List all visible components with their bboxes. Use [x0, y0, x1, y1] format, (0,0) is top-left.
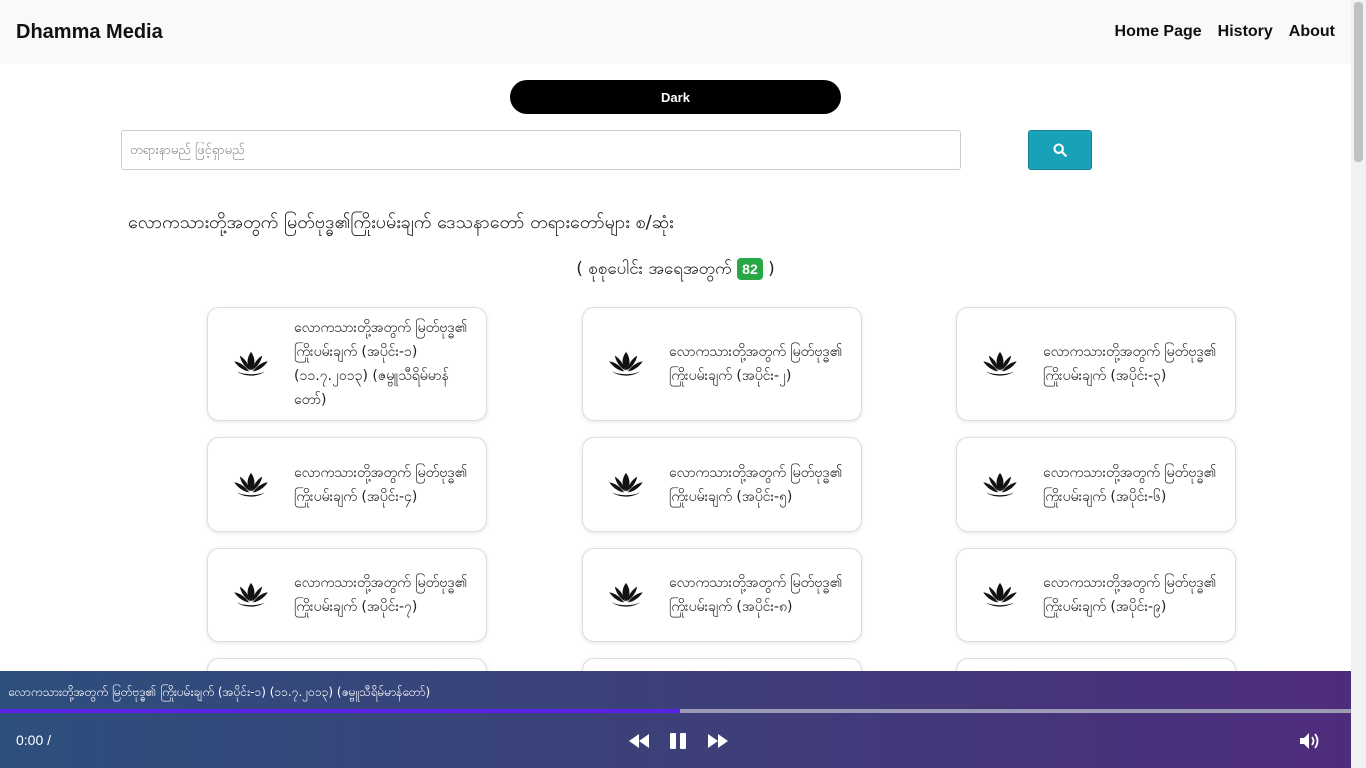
progress-bar[interactable] [0, 709, 1351, 713]
track-title: လောကသားတို့အတွက် မြတ်ဗုဒ္ဓ၏ ကြိုးပမ်းချက… [1043, 464, 1217, 505]
track-card[interactable]: လောကသားတို့အတွက် မြတ်ဗုဒ္ဓ၏ ကြိုးပမ်းချက… [956, 307, 1236, 421]
search-input[interactable] [121, 130, 961, 170]
page-title: လောကသားတို့အတွက် မြတ်ဗုဒ္ဓ၏ကြိုးပမ်းချက်… [128, 212, 674, 233]
track-card[interactable]: လောကသားတို့အတွက် မြတ်ဗုဒ္ဓ၏ ကြိုးပမ်းချက… [207, 548, 487, 642]
search-icon [1053, 143, 1067, 157]
lotus-icon [957, 582, 1043, 608]
pause-icon [670, 733, 686, 749]
count-prefix: ( စုစုပေါင်း အရေအတွက် [576, 259, 732, 279]
track-title: လောကသားတို့အတွက် မြတ်ဗုဒ္ဓ၏ ကြိုးပမ်းချက… [669, 464, 843, 505]
volume-button[interactable] [1297, 729, 1323, 753]
nav-link-about[interactable]: About [1289, 23, 1335, 41]
track-card[interactable]: လောကသားတို့အတွက် မြတ်ဗုဒ္ဓ၏ ကြိုးပမ်းချက… [956, 548, 1236, 642]
nav-link-home[interactable]: Home Page [1115, 23, 1202, 41]
now-playing-title: လောကသားတို့အတွက် မြတ်ဗုဒ္ဓ၏ ကြိုးပမ်းချက… [8, 685, 431, 699]
fast-forward-button[interactable] [705, 729, 731, 753]
audio-player: လောကသားတို့အတွက် မြတ်ဗုဒ္ဓ၏ ကြိုးပမ်းချက… [0, 671, 1351, 768]
track-title: လောကသားတို့အတွက် မြတ်ဗုဒ္ဓ၏ ကြိုးပမ်းချက… [294, 464, 468, 505]
count-badge: 82 [737, 258, 763, 280]
rewind-icon [629, 734, 649, 748]
nav-link-history[interactable]: History [1218, 23, 1273, 41]
track-card[interactable]: လောကသားတို့အတွက် မြတ်ဗုဒ္ဓ၏ ကြိုးပမ်းချက… [207, 437, 487, 532]
time-readout: 0:00 / [16, 732, 52, 748]
rewind-button[interactable] [626, 729, 652, 753]
track-card[interactable]: လောကသားတို့အတွက် မြတ်ဗုဒ္ဓ၏ ကြိုးပမ်းချက… [582, 307, 862, 421]
count-suffix: ) [768, 259, 775, 279]
track-title: လောကသားတို့အတွက် မြတ်ဗုဒ္ဓ၏ ကြိုးပမ်းချက… [1043, 344, 1217, 384]
track-title: လောကသားတို့အတွက် မြတ်ဗုဒ္ဓ၏ ကြိုးပမ်းချက… [669, 344, 843, 384]
lotus-icon [957, 472, 1043, 498]
track-title: လောကသားတို့အတွက် မြတ်ဗုဒ္ဓ၏ ကြိုးပမ်းချက… [1043, 575, 1217, 615]
track-card[interactable]: လောကသားတို့အတွက် မြတ်ဗုဒ္ဓ၏ ကြိုးပမ်းချက… [956, 437, 1236, 532]
track-card[interactable]: လောကသားတို့အတွက် မြတ်ဗုဒ္ဓ၏ ကြိုးပမ်းချက… [207, 307, 487, 421]
lotus-icon [208, 351, 294, 377]
lotus-icon [583, 582, 669, 608]
lotus-icon [583, 472, 669, 498]
dark-mode-button[interactable]: Dark [510, 80, 841, 114]
pause-button[interactable] [667, 729, 689, 753]
lotus-icon [208, 472, 294, 498]
navbar: Dhamma Media Home Page History About [0, 0, 1351, 64]
total-count-line: ( စုစုပေါင်း အရေအတွက် 82 ) [0, 258, 1351, 283]
track-title: လောကသားတို့အတွက် မြတ်ဗုဒ္ဓ၏ ကြိုးပမ်းချက… [294, 575, 468, 615]
track-card[interactable]: လောကသားတို့အတွက် မြတ်ဗုဒ္ဓ၏ ကြိုးပမ်းချက… [582, 548, 862, 642]
lotus-icon [583, 351, 669, 377]
track-title: လောကသားတို့အတွက် မြတ်ဗုဒ္ဓ၏ ကြိုးပမ်းချက… [294, 320, 468, 408]
track-card[interactable]: လောကသားတို့အတွက် မြတ်ဗုဒ္ဓ၏ ကြိုးပမ်းချက… [582, 437, 862, 532]
nav-links: Home Page History About [1115, 23, 1335, 41]
volume-icon [1300, 733, 1319, 749]
lotus-icon [208, 582, 294, 608]
progress-fill [0, 709, 680, 713]
scrollbar-thumb[interactable] [1354, 2, 1363, 162]
page-scrollbar[interactable] [1351, 0, 1366, 768]
track-title: လောကသားတို့အတွက် မြတ်ဗုဒ္ဓ၏ ကြိုးပမ်းချက… [669, 575, 843, 615]
fast-forward-icon [708, 734, 728, 748]
search-button[interactable] [1028, 130, 1092, 170]
brand-logo-text[interactable]: Dhamma Media [16, 21, 163, 44]
lotus-icon [957, 351, 1043, 377]
